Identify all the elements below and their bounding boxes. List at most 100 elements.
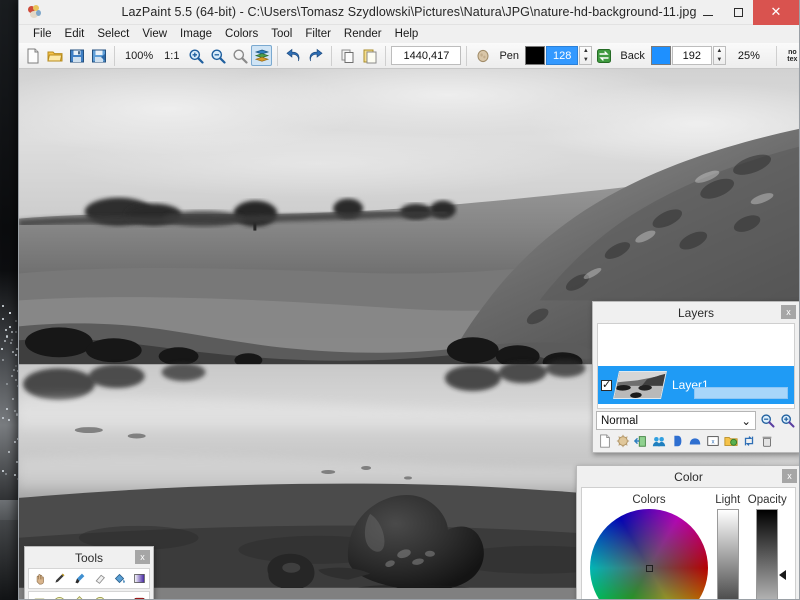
hand-tool-icon[interactable] <box>29 569 49 588</box>
vertical-flip-icon[interactable] <box>686 433 703 449</box>
menu-bar: File Edit Select View Image Colors Tool … <box>19 25 799 43</box>
pen-label: Pen <box>499 49 520 62</box>
back-alpha-stepper[interactable]: ▲ ▼ <box>712 46 726 65</box>
delete-layer-icon[interactable] <box>758 433 775 449</box>
menu-item-image[interactable]: Image <box>174 26 218 42</box>
save-disk-icon[interactable] <box>66 45 87 66</box>
menu-item-file[interactable]: File <box>27 26 58 42</box>
add-layer-icon[interactable] <box>596 433 613 449</box>
open-layer-folder-icon[interactable] <box>722 433 739 449</box>
opacity-slider-knob[interactable] <box>779 570 787 580</box>
tolerance-label[interactable]: 25% <box>727 46 771 65</box>
text-tool-icon[interactable]: Ab <box>109 592 129 599</box>
close-icon[interactable]: ✕ <box>753 0 799 25</box>
main-toolbar: 100% 1:1 1440,417 Pen 128 ▲ ▼ Back 192 ▲… <box>19 43 799 69</box>
minimize-icon[interactable] <box>693 0 723 25</box>
polygon-tool-icon[interactable] <box>69 592 89 599</box>
grain-texture-icon[interactable] <box>472 45 493 66</box>
opacity-slider-group[interactable]: Opacity <box>748 494 788 599</box>
menu-item-colors[interactable]: Colors <box>219 26 264 42</box>
layer-thumbnail[interactable] <box>613 371 667 399</box>
back-color-swatch[interactable] <box>650 46 671 65</box>
new-document-icon[interactable] <box>22 45 43 66</box>
list-item[interactable]: Layer1 <box>598 366 794 404</box>
save-as-disk-icon[interactable] <box>88 45 109 66</box>
blend-mode-select[interactable]: Normal ⌄ <box>596 411 756 430</box>
tools-panel-header[interactable]: Tools x <box>25 547 153 568</box>
menu-item-select[interactable]: Select <box>91 26 135 42</box>
merge-layer-icon[interactable] <box>740 433 757 449</box>
close-icon[interactable]: x <box>781 305 796 319</box>
pen-color-swatch[interactable] <box>525 46 546 65</box>
no-texture-icon[interactable]: no tex <box>782 45 800 66</box>
menu-item-view[interactable]: View <box>136 26 173 42</box>
zoom-in-icon[interactable] <box>185 45 206 66</box>
color-wheel-container[interactable]: Colors <box>590 494 708 599</box>
curve-tool-icon[interactable] <box>89 592 109 599</box>
layers-stack-icon[interactable] <box>251 45 273 66</box>
color-panel-body[interactable]: Colors Light Opacity <box>581 487 796 599</box>
back-alpha-field[interactable]: 192 <box>671 46 712 65</box>
paste-icon[interactable] <box>359 45 380 66</box>
duplicate-layer-icon[interactable] <box>650 433 667 449</box>
zoom-out-icon[interactable] <box>207 45 228 66</box>
add-effect-layer-icon[interactable] <box>614 433 631 449</box>
pen-tool-icon[interactable] <box>49 569 69 588</box>
close-icon[interactable]: x <box>135 550 150 564</box>
zoom-fit-icon[interactable] <box>229 45 250 66</box>
layer-zoom-out-icon[interactable] <box>759 412 776 429</box>
color-wheel-cursor[interactable] <box>646 565 653 572</box>
open-folder-icon[interactable] <box>44 45 65 66</box>
pen-alpha-field[interactable]: 128 <box>546 46 579 65</box>
layer-zoom-in-icon[interactable] <box>779 412 796 429</box>
zoom-one-to-one-label[interactable]: 1:1 <box>159 50 184 62</box>
image-canvas[interactable]: Layers x ✓ Layer1 Normal ⌄ x Color x Col… <box>19 69 799 599</box>
horizontal-flip-icon[interactable] <box>668 433 685 449</box>
layers-panel-header[interactable]: Layers x <box>593 302 799 323</box>
paint-bucket-tool-icon[interactable] <box>109 569 129 588</box>
gradient-tool-icon[interactable] <box>129 569 149 588</box>
no-texture-line-2: tex <box>787 55 798 63</box>
undo-arrow-icon[interactable] <box>283 45 304 66</box>
layer-opacity-bar[interactable] <box>694 387 788 399</box>
color-panel-header[interactable]: Color x <box>577 466 799 487</box>
tools-row-draw <box>28 568 150 589</box>
title-bar[interactable]: LazPaint 5.5 (64-bit) - C:\Users\Tomasz … <box>19 0 799 25</box>
layers-list-container[interactable]: Layer1 <box>597 323 795 409</box>
zoom-fit-label[interactable]: 100% <box>120 50 158 62</box>
lazpaint-palette-icon <box>27 4 43 20</box>
layers-panel-footer: Normal ⌄ x <box>593 409 799 452</box>
back-label: Back <box>620 49 645 62</box>
ellipse-tool-icon[interactable] <box>49 592 69 599</box>
phong-shape-tool-icon[interactable] <box>129 592 149 599</box>
tools-panel[interactable]: Tools x <box>24 546 154 599</box>
light-slider-group[interactable]: Light <box>708 494 748 599</box>
menu-item-edit[interactable]: Edit <box>59 26 91 42</box>
layers-panel[interactable]: Layers x ✓ Layer1 Normal ⌄ x <box>592 301 799 453</box>
color-panel[interactable]: Color x Colors Light Opacity <box>576 465 799 599</box>
menu-item-tool[interactable]: Tool <box>265 26 298 42</box>
pen-alpha-stepper[interactable]: ▲ ▼ <box>579 46 593 65</box>
swap-colors-icon[interactable] <box>593 45 614 66</box>
window-title: LazPaint 5.5 (64-bit) - C:\Users\Tomasz … <box>121 5 697 19</box>
menu-item-filter[interactable]: Filter <box>299 26 337 42</box>
menu-item-help[interactable]: Help <box>389 26 425 42</box>
color-wheel[interactable] <box>590 509 708 599</box>
light-slider[interactable] <box>716 509 739 599</box>
brush-tool-icon[interactable] <box>69 569 89 588</box>
menu-item-render[interactable]: Render <box>338 26 388 42</box>
eraser-tool-icon[interactable] <box>89 569 109 588</box>
copy-icon[interactable] <box>337 45 358 66</box>
rectangle-tool-icon[interactable] <box>29 592 49 599</box>
maximize-icon[interactable] <box>723 0 753 25</box>
color-panel-title: Color <box>674 469 703 484</box>
layer-visibility-checkbox[interactable] <box>601 378 612 391</box>
redo-arrow-icon[interactable] <box>305 45 326 66</box>
layer-action-buttons: x <box>596 433 796 449</box>
chevron-down-icon: ⌄ <box>741 415 751 428</box>
tools-panel-title: Tools <box>74 550 103 565</box>
opacity-slider[interactable] <box>756 509 787 599</box>
rasterize-layer-icon[interactable]: x <box>704 433 721 449</box>
import-layer-icon[interactable] <box>632 433 649 449</box>
close-icon[interactable]: x <box>782 469 797 483</box>
